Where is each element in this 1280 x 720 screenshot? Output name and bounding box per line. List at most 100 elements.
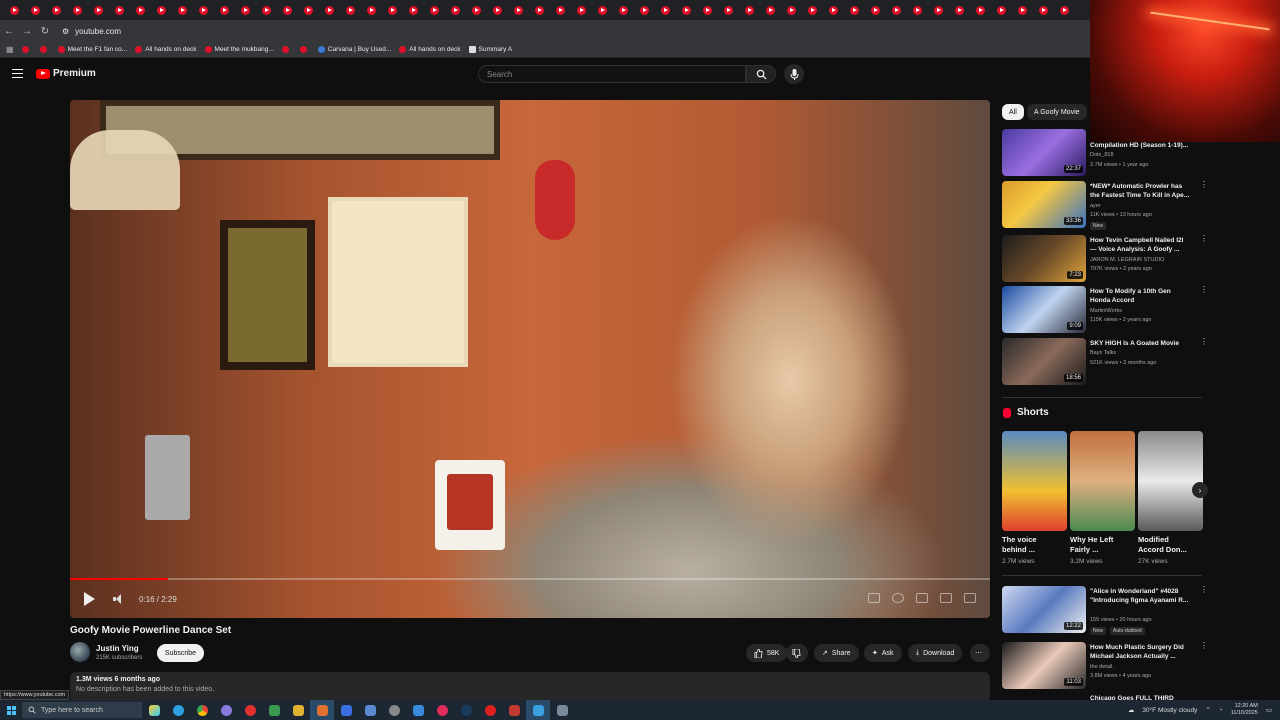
short-title[interactable]: Why He Left Fairly ... xyxy=(1070,535,1125,555)
browser-tab[interactable] xyxy=(340,0,361,20)
app-icon[interactable] xyxy=(214,700,238,720)
clock[interactable]: 12:20 AM 11/10/2025 xyxy=(1231,703,1258,717)
browser-tab[interactable] xyxy=(67,0,88,20)
volume-icon[interactable] xyxy=(113,594,123,604)
browser-tab[interactable] xyxy=(697,0,718,20)
browser-tab[interactable] xyxy=(130,0,151,20)
search-button[interactable] xyxy=(746,65,776,83)
browser-tab[interactable] xyxy=(4,0,25,20)
channel-avatar[interactable] xyxy=(70,642,90,662)
chip-all[interactable]: All xyxy=(1002,104,1024,120)
browser-tab[interactable] xyxy=(718,0,739,20)
hamburger-menu-icon[interactable] xyxy=(12,69,23,78)
chevron-right-icon[interactable]: › xyxy=(1192,482,1208,498)
tray-arrow-icon[interactable]: ⌃ xyxy=(1205,706,1210,714)
edge-icon[interactable] xyxy=(166,700,190,720)
bookmark-item[interactable]: All hands on deck xyxy=(135,46,197,53)
browser-tab[interactable] xyxy=(487,0,508,20)
app-icon[interactable] xyxy=(406,700,430,720)
share-button[interactable]: ↗ Share xyxy=(814,644,859,662)
chrome-icon[interactable] xyxy=(190,700,214,720)
recommendation-channel[interactable]: JARON M. LEGRAIR STUDIO xyxy=(1090,257,1164,263)
chip-a-goofy-movie[interactable]: A Goofy Movie xyxy=(1027,104,1087,120)
recommendation-title[interactable]: SKY HIGH Is A Goated Movie xyxy=(1090,339,1190,348)
browser-tab[interactable] xyxy=(1054,0,1075,20)
video-thumbnail[interactable]: 7:23 xyxy=(1002,235,1086,282)
browser-tab[interactable] xyxy=(508,0,529,20)
bookmark-item[interactable]: Carvana | Buy Used... xyxy=(317,46,391,53)
browser-tab[interactable] xyxy=(1012,0,1033,20)
recommendation-item[interactable]: 33:36 *NEW* Automatic Prowler has the Fa… xyxy=(1002,181,1208,233)
video-thumbnail[interactable]: 22:37 xyxy=(1002,129,1086,176)
browser-tab[interactable] xyxy=(886,0,907,20)
recommendation-item[interactable]: 7:23 How Tevin Campbell Nailed I2I — Voi… xyxy=(1002,235,1208,287)
short-title[interactable]: The voice behind ... xyxy=(1002,535,1057,555)
app-icon[interactable] xyxy=(478,700,502,720)
app-icon[interactable] xyxy=(286,700,310,720)
browser-tab[interactable] xyxy=(235,0,256,20)
browser-tab[interactable] xyxy=(298,0,319,20)
browser-tab[interactable] xyxy=(25,0,46,20)
browser-tab[interactable] xyxy=(277,0,298,20)
recommendation-channel[interactable]: the detail. xyxy=(1090,664,1114,670)
recommendation-channel[interactable]: ayer xyxy=(1090,203,1101,209)
browser-tab[interactable] xyxy=(424,0,445,20)
browser-tab[interactable] xyxy=(382,0,403,20)
recommendation-channel[interactable]: MartiniWorks xyxy=(1090,308,1122,314)
recommendation-item[interactable]: 11:03 How Much Plastic Surgery Did Micha… xyxy=(1002,642,1208,694)
browser-tab[interactable] xyxy=(1033,0,1054,20)
miniplayer-icon[interactable] xyxy=(916,593,928,603)
browser-tab[interactable] xyxy=(613,0,634,20)
more-vertical-icon[interactable]: ⋮ xyxy=(1200,586,1208,596)
channel-name[interactable]: Justin Ying xyxy=(96,644,139,653)
bookmark-item[interactable]: Meet the F1 fan co... xyxy=(57,46,127,53)
browser-tab[interactable] xyxy=(172,0,193,20)
recommendation-title[interactable]: How To Modify a 10th Gen Honda Accord xyxy=(1090,287,1190,305)
dislike-button[interactable] xyxy=(786,644,808,662)
short-thumbnail[interactable] xyxy=(1070,431,1135,531)
more-vertical-icon[interactable]: ⋮ xyxy=(1200,338,1208,348)
recommendation-title[interactable]: How Tevin Campbell Nailed I2I — Voice An… xyxy=(1090,236,1190,254)
short-thumbnail[interactable] xyxy=(1002,431,1067,531)
bookmark-item[interactable]: All hands on deck xyxy=(399,46,461,53)
start-button[interactable] xyxy=(0,705,22,715)
browser-tab[interactable] xyxy=(445,0,466,20)
browser-tab[interactable] xyxy=(865,0,886,20)
recommendation-title[interactable]: How Much Plastic Surgery Did Michael Jac… xyxy=(1090,643,1190,661)
browser-tab[interactable] xyxy=(823,0,844,20)
opera-icon[interactable] xyxy=(238,700,262,720)
download-button[interactable]: ⤓ Download xyxy=(908,644,963,662)
browser-tab[interactable] xyxy=(88,0,109,20)
bookmark-item[interactable] xyxy=(281,46,292,53)
browser-tab[interactable] xyxy=(529,0,550,20)
video-thumbnail[interactable]: 9:09 xyxy=(1002,286,1086,333)
notification-icon[interactable]: ▭ xyxy=(1266,706,1272,714)
subscribe-button[interactable]: Subscribe xyxy=(157,644,204,662)
app-icon[interactable] xyxy=(334,700,358,720)
search-input[interactable]: Search xyxy=(478,65,746,83)
browser-tab[interactable] xyxy=(739,0,760,20)
browser-tab[interactable] xyxy=(676,0,697,20)
recommendation-item[interactable]: 9:09 How To Modify a 10th Gen Honda Acco… xyxy=(1002,286,1208,338)
weather-text[interactable]: 30°F Mostly cloudy xyxy=(1142,707,1197,714)
site-info-icon[interactable]: ⚙ xyxy=(62,27,69,36)
browser-tab[interactable] xyxy=(151,0,172,20)
short-thumbnail[interactable] xyxy=(1138,431,1203,531)
recommendation-title[interactable]: Compilation HD (Season 1-19)... xyxy=(1090,141,1190,150)
bookmark-item[interactable] xyxy=(21,46,32,53)
fullscreen-icon[interactable] xyxy=(964,593,976,603)
reload-icon[interactable]: ↻ xyxy=(36,26,54,37)
theater-mode-icon[interactable] xyxy=(940,593,952,603)
browser-tab[interactable] xyxy=(802,0,823,20)
recommendation-item[interactable]: 22:37 Compilation HD (Season 1-19)... Do… xyxy=(1002,129,1202,181)
browser-tab[interactable] xyxy=(991,0,1012,20)
app-icon[interactable] xyxy=(526,700,550,720)
app-icon[interactable] xyxy=(310,700,334,720)
browser-tab[interactable] xyxy=(844,0,865,20)
app-icon[interactable] xyxy=(502,700,526,720)
browser-tab[interactable] xyxy=(781,0,802,20)
browser-tab[interactable] xyxy=(907,0,928,20)
video-thumbnail[interactable]: 18:56 xyxy=(1002,338,1086,385)
recommendation-item[interactable]: 12:22 "Alice in Wonderland" #4028 "Intro… xyxy=(1002,586,1208,638)
browser-tab[interactable] xyxy=(214,0,235,20)
